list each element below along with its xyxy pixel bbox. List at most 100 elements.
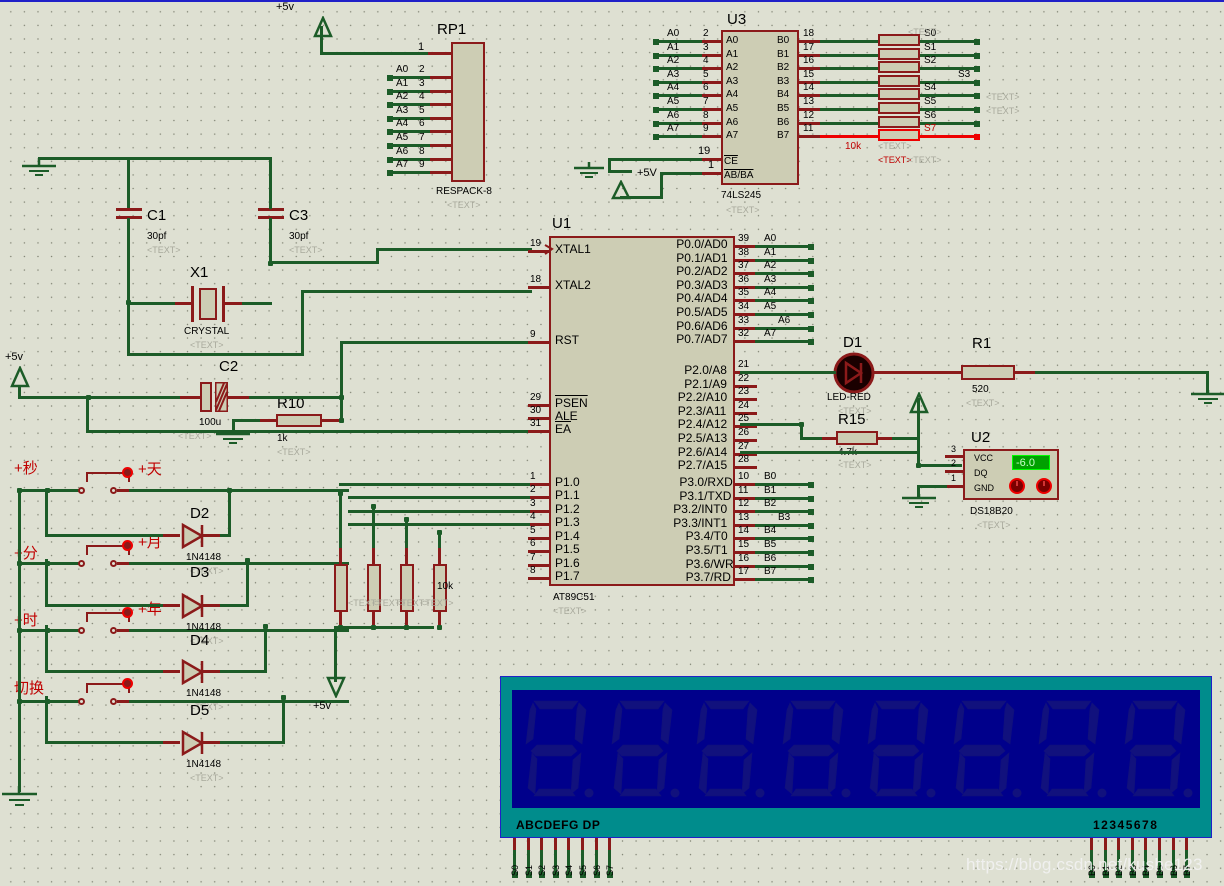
diode-lead-anode <box>160 604 180 607</box>
ground-symbol-u2[interactable] <box>900 494 938 516</box>
u1-p3-pin-name: P3.5/T1 <box>685 543 728 557</box>
power-symbol-u3[interactable] <box>610 180 632 200</box>
r15-body[interactable] <box>836 431 878 445</box>
diode-out-v <box>246 559 249 607</box>
pullup-resistor-body[interactable] <box>334 564 348 612</box>
u1-p2-pin-name: P2.2/A10 <box>677 390 728 404</box>
x1-body[interactable] <box>199 288 217 320</box>
led-red-symbol[interactable] <box>833 352 875 394</box>
power-symbol-left[interactable] <box>9 366 31 388</box>
wire-xtal1-v <box>301 290 304 356</box>
u3-pin-number: 8 <box>703 110 709 121</box>
u3-pin-number-right: 16 <box>803 55 815 66</box>
segpack-side-text1: <TEXT> <box>986 92 1020 102</box>
u1-p1-wire <box>348 510 530 513</box>
button-knob[interactable] <box>122 678 133 689</box>
u1-p0-net-label: A5 <box>764 301 777 312</box>
segpack-element[interactable] <box>878 88 920 100</box>
u3-to-pack-wire <box>820 54 880 57</box>
u3-pin-number: 3 <box>703 42 709 53</box>
d1-value: LED-RED <box>827 392 871 403</box>
ground-symbol-left[interactable] <box>20 158 58 182</box>
button-knob[interactable] <box>122 540 133 551</box>
pack-net-label: S6 <box>924 110 937 121</box>
power-symbol-ds18b20[interactable] <box>908 392 930 414</box>
display-seg-label: S1 <box>524 864 534 876</box>
segpack-element[interactable] <box>878 75 920 87</box>
wire-button-common-v <box>18 489 21 792</box>
button-knob[interactable] <box>122 607 133 618</box>
diode-out-h <box>220 741 284 744</box>
power-label-pullup: +5v <box>313 700 332 712</box>
u2-readout-box: -6.0 <box>1012 455 1050 470</box>
ground-symbol-u3[interactable] <box>570 162 608 184</box>
u1-p2-pin-name: P2.5/A13 <box>677 431 728 445</box>
r15-lead-left <box>820 437 838 440</box>
power-symbol-pullup[interactable] <box>325 676 347 698</box>
u1-pin-number: 5 <box>530 525 536 536</box>
rp1-net-label: A2 <box>396 91 409 102</box>
wire-p25-vcc <box>740 451 920 454</box>
wire-c2-rst-h <box>249 396 343 399</box>
u1-p3-pin-number: 16 <box>738 553 750 564</box>
r10-body[interactable] <box>276 414 322 427</box>
rp1-net-terminal <box>387 116 393 122</box>
button-left-wire <box>45 629 80 632</box>
segpack-element[interactable] <box>878 34 920 46</box>
diode-out-v <box>282 696 285 744</box>
u1-p0-net-label: A0 <box>764 233 777 244</box>
u1-p3-pin-name: P3.6/WR <box>685 557 734 571</box>
r10-value: 1k <box>277 433 288 444</box>
rp1-net-label: A4 <box>396 118 409 129</box>
diode-value: 1N4148 <box>186 552 222 563</box>
diode-lead-cathode <box>202 670 222 673</box>
ground-symbol-buttons[interactable] <box>0 786 40 812</box>
button-contact-right <box>110 560 117 567</box>
segpack-element[interactable] <box>878 129 920 141</box>
pullup-jog-h <box>438 523 456 526</box>
u1-p0-net-label: A7 <box>764 328 777 339</box>
u3-pin-name: A0 <box>726 35 739 46</box>
diode-loop-left-h <box>45 534 163 537</box>
wire-rst-to-u1 <box>340 341 532 344</box>
u3-pin-name: A4 <box>726 89 739 100</box>
pullup-lead-top <box>339 546 342 566</box>
u3-net-terminal <box>653 80 659 86</box>
schematic-canvas[interactable]: +5v RP1 1 RESPACK-8 <TEXT> A0 2 A1 3 A2 4 A3 5 A… <box>0 0 1224 886</box>
diode-reference: D2 <box>190 505 210 522</box>
power-symbol-top[interactable] <box>312 16 334 38</box>
rp1-pin-stub <box>428 103 452 106</box>
ground-symbol-r1[interactable] <box>1189 390 1224 412</box>
wire-gnd-c1-h <box>38 157 130 160</box>
pack-net-terminal <box>974 134 980 140</box>
u3-pin-name: A3 <box>726 76 739 87</box>
diode-lead-anode <box>160 670 180 673</box>
button-out-wire <box>129 562 349 565</box>
segpack-element[interactable] <box>878 116 920 128</box>
display-digit <box>862 696 938 804</box>
wire-ea-v <box>86 396 89 432</box>
u1-pin-name: P1.5 <box>555 542 580 556</box>
u1-p3-pin-number: 13 <box>738 512 750 523</box>
wire-gnd-c3 <box>127 157 272 160</box>
segpack-element[interactable] <box>878 102 920 114</box>
display-seg-label: S3 <box>551 864 561 876</box>
u1-p3-pin-name: P3.7/RD <box>685 570 731 584</box>
ground-symbol-r10[interactable] <box>214 430 252 452</box>
segpack-element[interactable] <box>878 48 920 60</box>
u3-pin-stub-right <box>799 135 821 138</box>
rp1-body[interactable] <box>451 42 485 182</box>
rp1-net-label: A3 <box>396 105 409 116</box>
r1-body[interactable] <box>961 365 1015 380</box>
button-knob[interactable] <box>122 467 133 478</box>
u3-pin-number-right: 12 <box>803 110 815 121</box>
wire-u3-ce-gnd <box>608 170 632 173</box>
segpack-element[interactable] <box>878 61 920 73</box>
power-label-top: +5v <box>276 1 295 13</box>
display-seg-label: S5 <box>578 864 588 876</box>
u3-ce-pinnum: 19 <box>698 145 711 157</box>
u3-pin-number: 5 <box>703 69 709 80</box>
wire-xtal1-down <box>127 302 130 356</box>
wire-p24-r15 <box>740 423 802 426</box>
c2-value: 100u <box>199 417 222 428</box>
